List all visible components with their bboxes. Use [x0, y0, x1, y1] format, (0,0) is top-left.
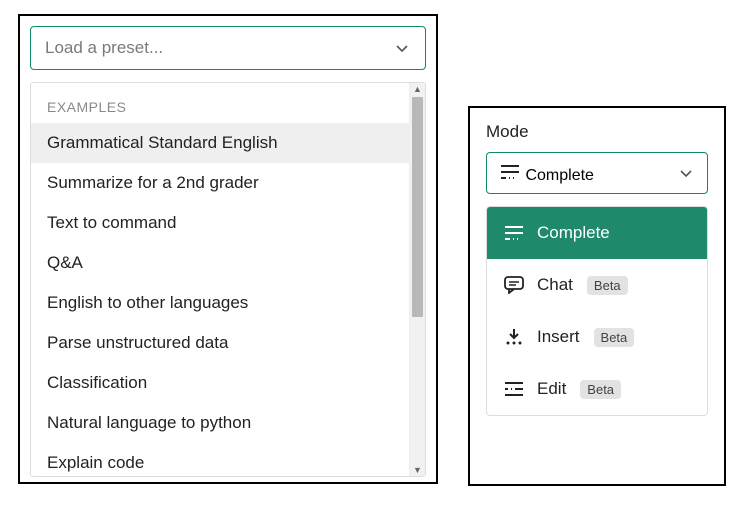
mode-select[interactable]: Complete [486, 152, 708, 194]
preset-select[interactable]: Load a preset... [30, 26, 426, 70]
mode-selected-value: Complete [499, 162, 594, 185]
insert-icon [503, 327, 525, 347]
chat-icon [503, 275, 525, 295]
preset-item[interactable]: Parse unstructured data [31, 323, 409, 363]
scrollbar[interactable]: ▲ ▼ [409, 83, 425, 476]
complete-icon [503, 223, 525, 243]
mode-option-complete[interactable]: Complete [487, 207, 707, 259]
mode-option-label: Insert [537, 327, 580, 347]
mode-option-label: Complete [537, 223, 610, 243]
scroll-up-arrow-icon[interactable]: ▲ [410, 83, 425, 95]
mode-selected-text: Complete [525, 167, 593, 184]
preset-dropdown: EXAMPLES Grammatical Standard English Su… [30, 82, 426, 477]
preset-item[interactable]: Explain code [31, 443, 409, 476]
preset-item[interactable]: Grammatical Standard English [31, 123, 409, 163]
chevron-down-icon [393, 39, 411, 57]
mode-option-chat[interactable]: Chat Beta [487, 259, 707, 311]
mode-dropdown: Complete Chat Beta [486, 206, 708, 416]
beta-badge: Beta [594, 328, 635, 347]
preset-item[interactable]: English to other languages [31, 283, 409, 323]
preset-item[interactable]: Q&A [31, 243, 409, 283]
mode-option-label: Chat [537, 275, 573, 295]
mode-option-label: Edit [537, 379, 566, 399]
preset-placeholder: Load a preset... [45, 38, 163, 58]
preset-item[interactable]: Natural language to python [31, 403, 409, 443]
scroll-thumb[interactable] [412, 97, 423, 317]
scroll-down-arrow-icon[interactable]: ▼ [410, 464, 425, 476]
preset-item[interactable]: Text to command [31, 203, 409, 243]
chevron-down-icon [677, 164, 695, 182]
preset-panel: Load a preset... EXAMPLES Grammatical St… [18, 14, 438, 484]
complete-icon [499, 162, 521, 182]
preset-list: EXAMPLES Grammatical Standard English Su… [31, 83, 409, 476]
mode-panel: Mode Complete [468, 106, 726, 486]
beta-badge: Beta [587, 276, 628, 295]
mode-option-edit[interactable]: Edit Beta [487, 363, 707, 415]
preset-section-header: EXAMPLES [31, 93, 409, 123]
beta-badge: Beta [580, 380, 621, 399]
mode-option-insert[interactable]: Insert Beta [487, 311, 707, 363]
mode-label: Mode [486, 122, 708, 142]
preset-item[interactable]: Summarize for a 2nd grader [31, 163, 409, 203]
preset-item[interactable]: Classification [31, 363, 409, 403]
edit-icon [503, 379, 525, 399]
